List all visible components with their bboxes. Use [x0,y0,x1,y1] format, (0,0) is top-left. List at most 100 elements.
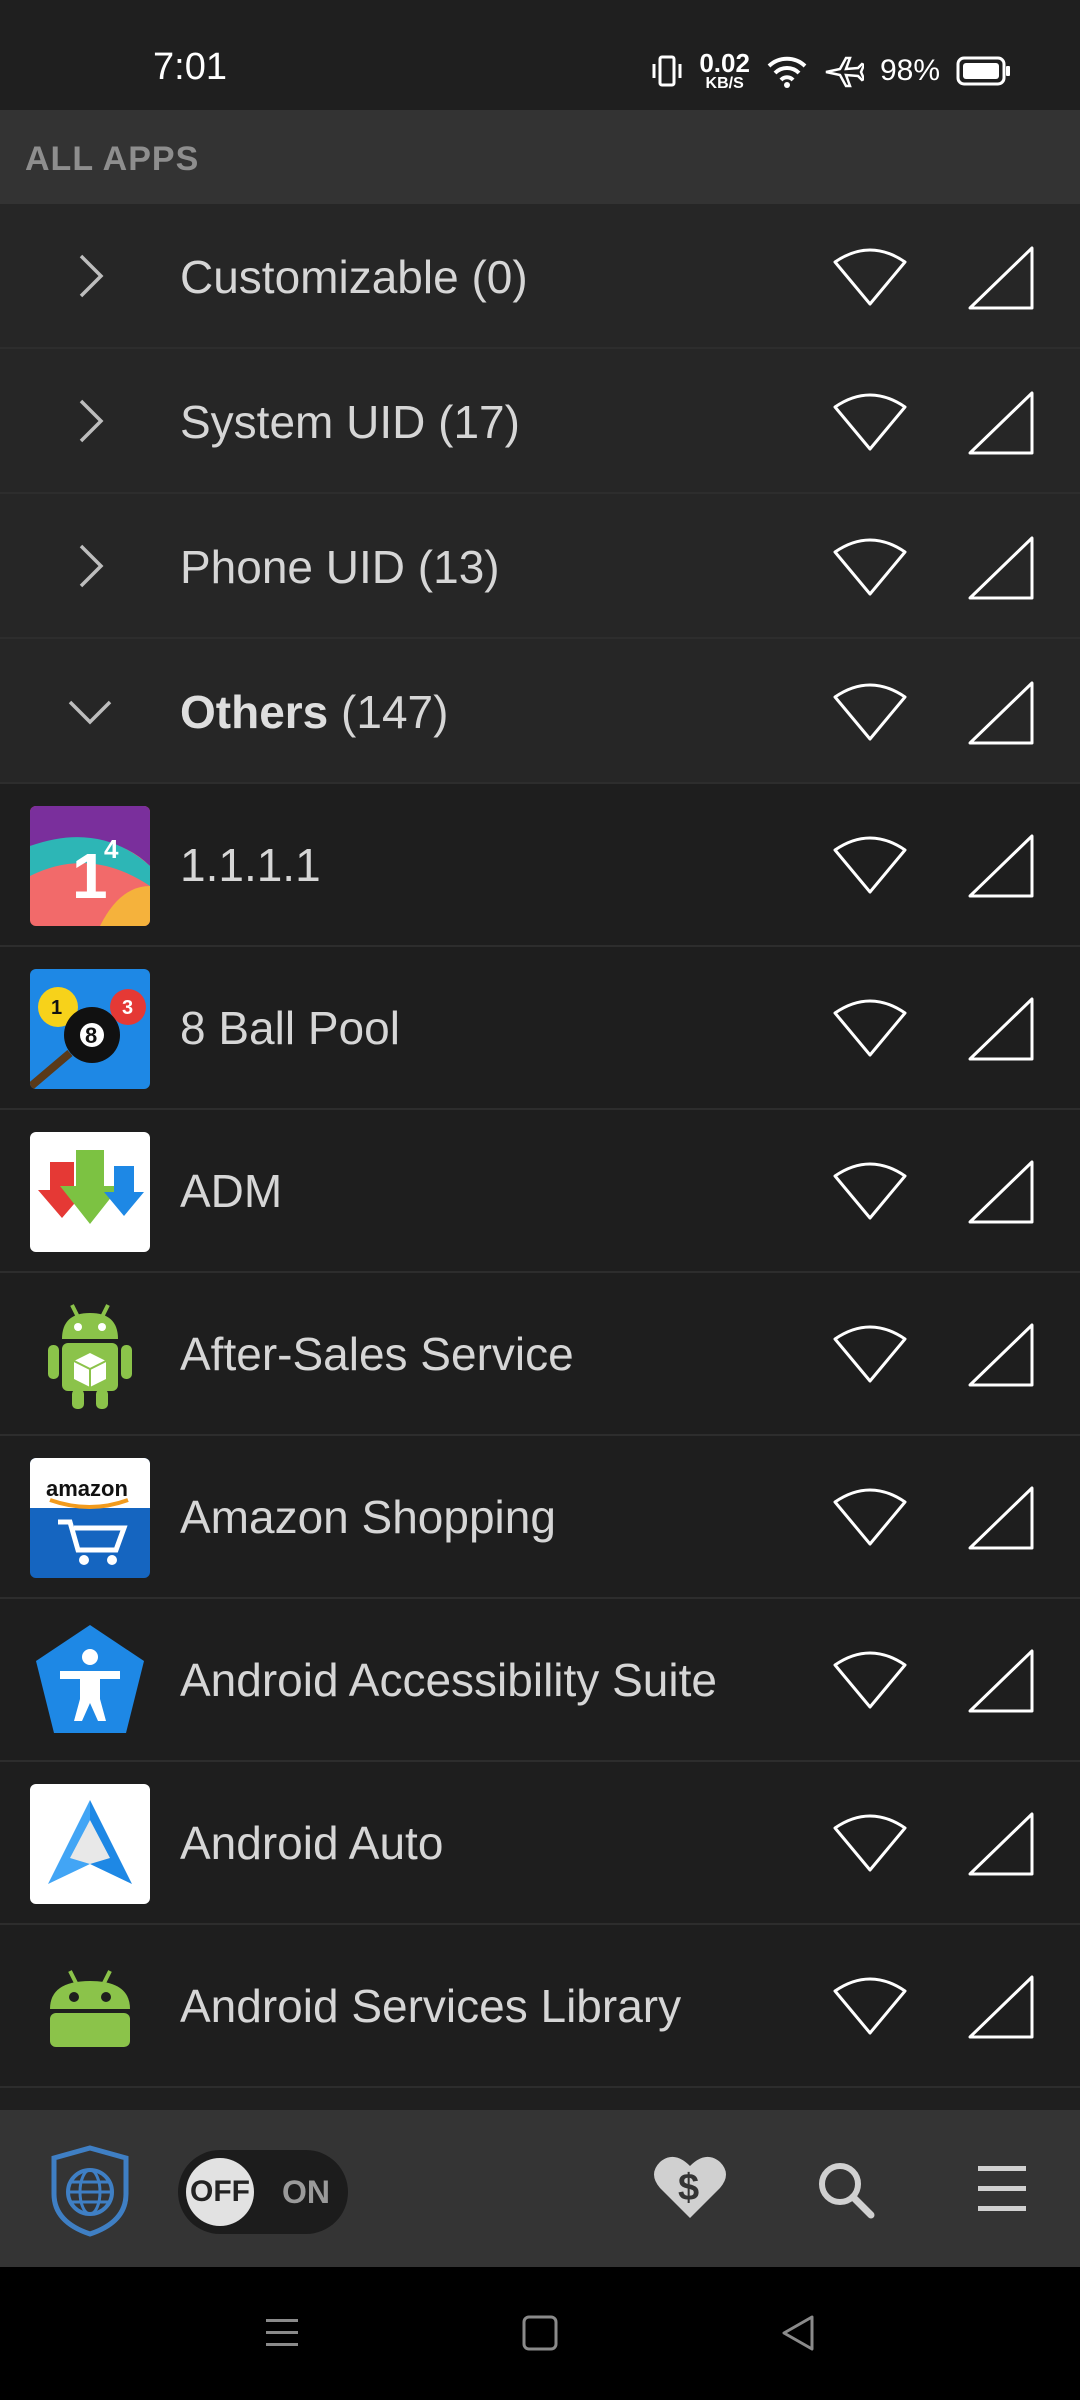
group-row-customizable[interactable]: Customizable (0) [0,204,1080,349]
8-ball-pool-icon: 1 8 3 [30,969,150,1089]
recent-apps-icon[interactable] [262,2313,302,2353]
list-item[interactable]: Android Auto [0,1762,1080,1925]
app-name: 1.1.1.1 [180,839,321,891]
group-row-system-uid[interactable]: System UID (17) [0,349,1080,494]
list-item[interactable]: 1 4 1.1.1.1 [0,784,1080,947]
mobile-data-permission-icon[interactable] [966,679,1036,747]
app-name: Amazon Shopping [180,1491,556,1543]
app-1111-sup: 4 [104,834,119,864]
wifi-permission-icon[interactable] [832,1160,908,1224]
bottom-toolbar: OFF ON $ [0,2110,1080,2267]
mobile-data-permission-icon[interactable] [966,1973,1036,2041]
app-name: 8 Ball Pool [180,1002,400,1054]
home-icon[interactable] [520,2313,560,2353]
search-icon[interactable] [816,2160,876,2220]
list-item[interactable]: 1 8 3 8 Ball Pool [0,947,1080,1110]
group-name: System UID [180,396,426,448]
group-label: Others (147) [180,685,448,739]
adm-icon [30,1132,150,1252]
svg-text:$: $ [678,2167,699,2209]
vibrate-icon [652,55,682,87]
wifi-permission-icon[interactable] [832,1649,908,1713]
wifi-permission-icon[interactable] [832,1486,908,1550]
airplane-mode-icon [825,56,864,88]
chevron-right-icon[interactable] [60,536,120,596]
list-item[interactable]: ADM [0,1110,1080,1273]
status-time: 7:01 [153,46,227,88]
mobile-data-permission-icon[interactable] [966,1647,1036,1715]
app-name: After-Sales Service [180,1328,574,1380]
app-name: ADM [180,1165,283,1217]
system-navigation-bar [0,2267,1080,2400]
mobile-data-permission-icon[interactable] [966,1158,1036,1226]
status-icons: 0.02 KB/S 98% [651,44,1012,98]
group-name: Phone UID [180,541,406,593]
firewall-toggle[interactable]: OFF ON [178,2150,348,2234]
mobile-data-permission-icon[interactable] [966,995,1036,1063]
mobile-data-permission-icon[interactable] [966,534,1036,602]
mobile-data-permission-icon[interactable] [966,389,1036,457]
group-count: (13) [417,541,500,593]
battery-percent: 98% [879,54,940,87]
wifi-status-icon [767,56,807,88]
app-name: Android Accessibility Suite [180,1654,717,1706]
amazon-shopping-icon: amazon [30,1458,150,1578]
amazon-wordmark: amazon [46,1476,128,1501]
section-title: ALL APPS [25,140,200,178]
group-count: (0) [471,251,528,303]
wifi-permission-icon[interactable] [832,834,908,898]
chevron-down-icon[interactable] [60,681,120,741]
mobile-data-permission-icon[interactable] [966,244,1036,312]
wifi-permission-icon[interactable] [832,1323,908,1387]
accessibility-suite-icon [30,1621,150,1741]
app-name: Android Auto [180,1817,444,1869]
android-services-library-icon [30,1947,150,2067]
android-auto-icon [30,1784,150,1904]
wifi-permission-icon[interactable] [832,391,908,455]
app-1111-badge: 1 [72,840,108,912]
app-name: Android Services Library [180,1980,682,2032]
group-label: Phone UID (13) [180,540,500,594]
toggle-off-label: OFF [186,2158,254,2226]
chevron-right-icon[interactable] [60,246,120,306]
pool-ball-1: 1 [51,997,62,1019]
donate-heart-dollar-icon[interactable]: $ [652,2152,728,2222]
wifi-permission-icon[interactable] [832,536,908,600]
mobile-data-permission-icon[interactable] [966,832,1036,900]
firewall-shield-globe-icon[interactable] [48,2144,132,2238]
app-list[interactable]: Customizable (0) System UID (17) Phone U… [0,204,1080,2088]
group-name: Customizable [180,251,459,303]
network-speed: 0.02 KB/S [699,50,750,92]
group-count: (147) [341,686,449,738]
status-bar: 7:01 0.02 KB/S 98% [0,0,1080,110]
group-count: (17) [438,396,520,448]
wifi-permission-icon[interactable] [832,1812,908,1876]
network-speed-value: 0.02 [699,48,750,78]
menu-icon[interactable] [976,2164,1028,2214]
group-label: System UID (17) [180,395,520,449]
pool-ball-3: 3 [122,997,133,1019]
list-item[interactable]: amazon Amazon Shopping [0,1436,1080,1599]
group-label: Customizable (0) [180,250,528,304]
battery-icon [956,56,1010,86]
wifi-permission-icon[interactable] [832,1975,908,2039]
pool-ball-8: 8 [85,1023,97,1048]
chevron-right-icon[interactable] [60,391,120,451]
mobile-data-permission-icon[interactable] [966,1321,1036,1389]
mobile-data-permission-icon[interactable] [966,1810,1036,1878]
list-item[interactable]: Android Accessibility Suite [0,1599,1080,1762]
network-speed-unit: KB/S [705,75,744,92]
list-item[interactable]: Android Services Library [0,1925,1080,2088]
group-name: Others [180,686,329,738]
section-header: ALL APPS [0,110,1080,204]
wifi-permission-icon[interactable] [832,681,908,745]
wifi-permission-icon[interactable] [832,997,908,1061]
group-row-others[interactable]: Others (147) [0,639,1080,784]
wifi-permission-icon[interactable] [832,246,908,310]
1.1.1.1-icon: 1 4 [30,806,150,926]
group-row-phone-uid[interactable]: Phone UID (13) [0,494,1080,639]
after-sales-service-icon [30,1295,150,1415]
back-icon[interactable] [778,2313,818,2353]
list-item[interactable]: After-Sales Service [0,1273,1080,1436]
mobile-data-permission-icon[interactable] [966,1484,1036,1552]
